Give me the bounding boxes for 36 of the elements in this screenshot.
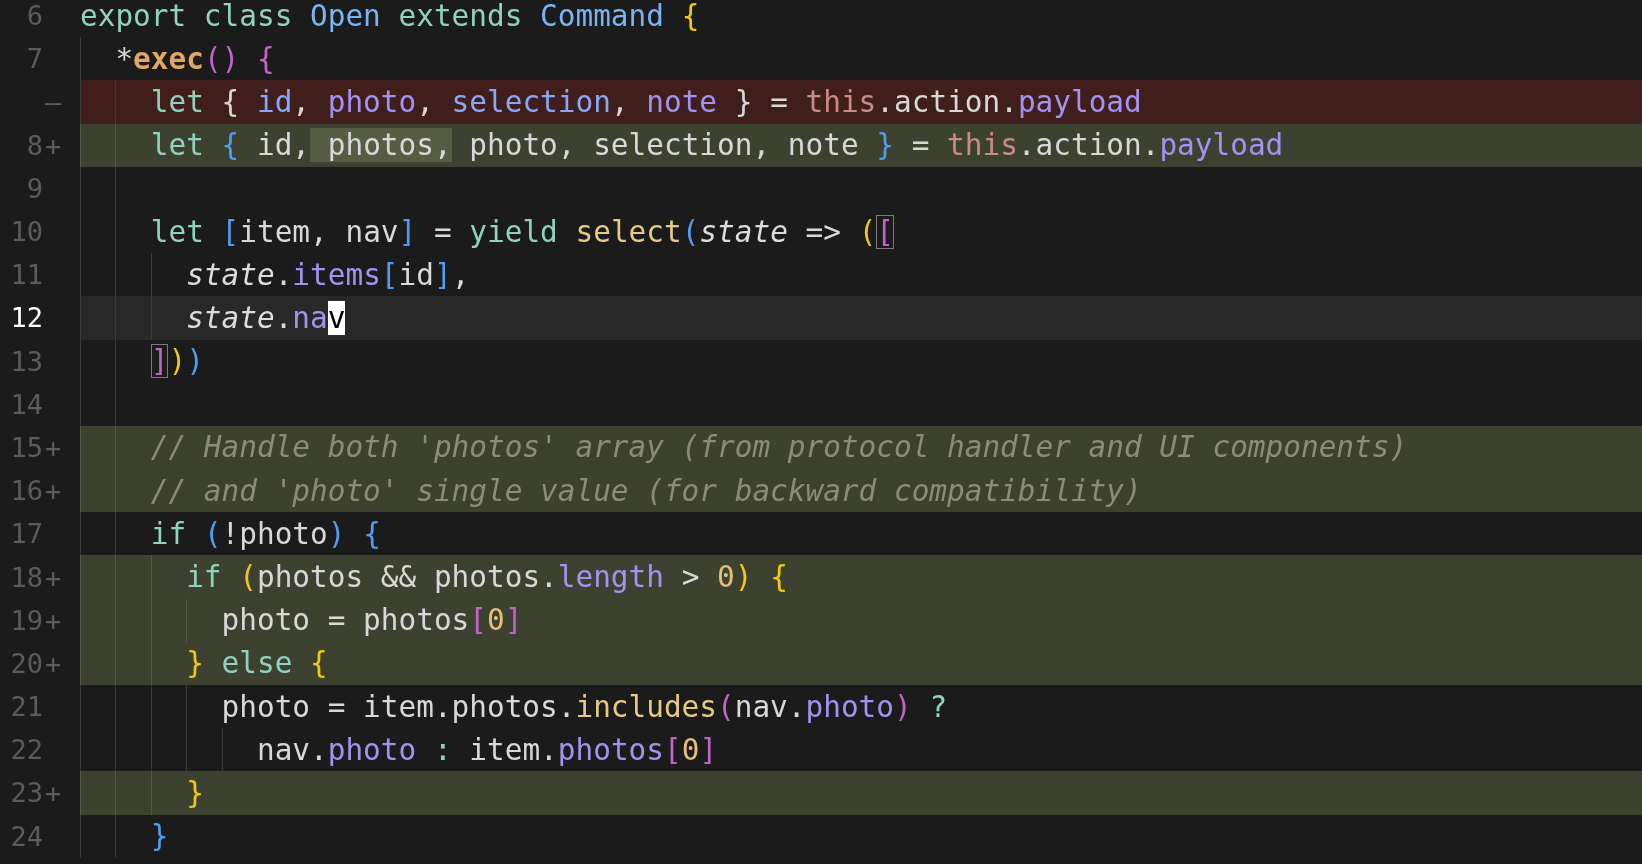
line-number: 19	[10, 604, 43, 636]
diff-marker: —	[44, 86, 62, 118]
line-number: 7	[26, 43, 43, 75]
line-number: 14	[10, 388, 43, 420]
line-number: 11	[10, 259, 43, 291]
diff-marker: +	[44, 777, 62, 809]
code-line: photo = item.photos.includes(nav.photo) ?	[80, 685, 1642, 729]
code-line: if (!photo) {	[80, 512, 1642, 556]
line-number: 10	[10, 216, 43, 248]
line-number: 9	[26, 172, 43, 204]
diff-marker: +	[44, 561, 62, 593]
line-number: 24	[10, 820, 43, 852]
diff-marker: +	[44, 647, 62, 679]
code-line: state.items[id],	[80, 253, 1642, 297]
diff-marker: +	[44, 431, 62, 463]
line-number: 18	[10, 561, 43, 593]
line-number: 13	[10, 345, 43, 377]
code-line: let [item, nav] = yield select(state => ([	[80, 209, 1642, 254]
diff-marker: +	[44, 604, 62, 636]
line-number: 20	[10, 647, 43, 679]
diff-marker: +	[44, 129, 62, 161]
line-number: 23	[10, 777, 43, 809]
line-number: 15	[10, 431, 43, 463]
code-line: *exec() {	[80, 37, 1642, 81]
line-number: 8	[26, 129, 43, 161]
line-number: 21	[10, 691, 43, 723]
line-number: 12	[10, 302, 43, 334]
line-number: 17	[10, 518, 43, 550]
code-line: nav.photo : item.photos[0]	[80, 728, 1642, 772]
code-line: ]))	[80, 339, 1642, 383]
line-number: 22	[10, 734, 43, 766]
code-line: }	[80, 814, 1642, 858]
line-number: 16	[10, 475, 43, 507]
code-line: export class Open extends Command {	[80, 0, 701, 35]
diff-marker: +	[44, 475, 62, 507]
line-number: 6	[26, 0, 43, 32]
